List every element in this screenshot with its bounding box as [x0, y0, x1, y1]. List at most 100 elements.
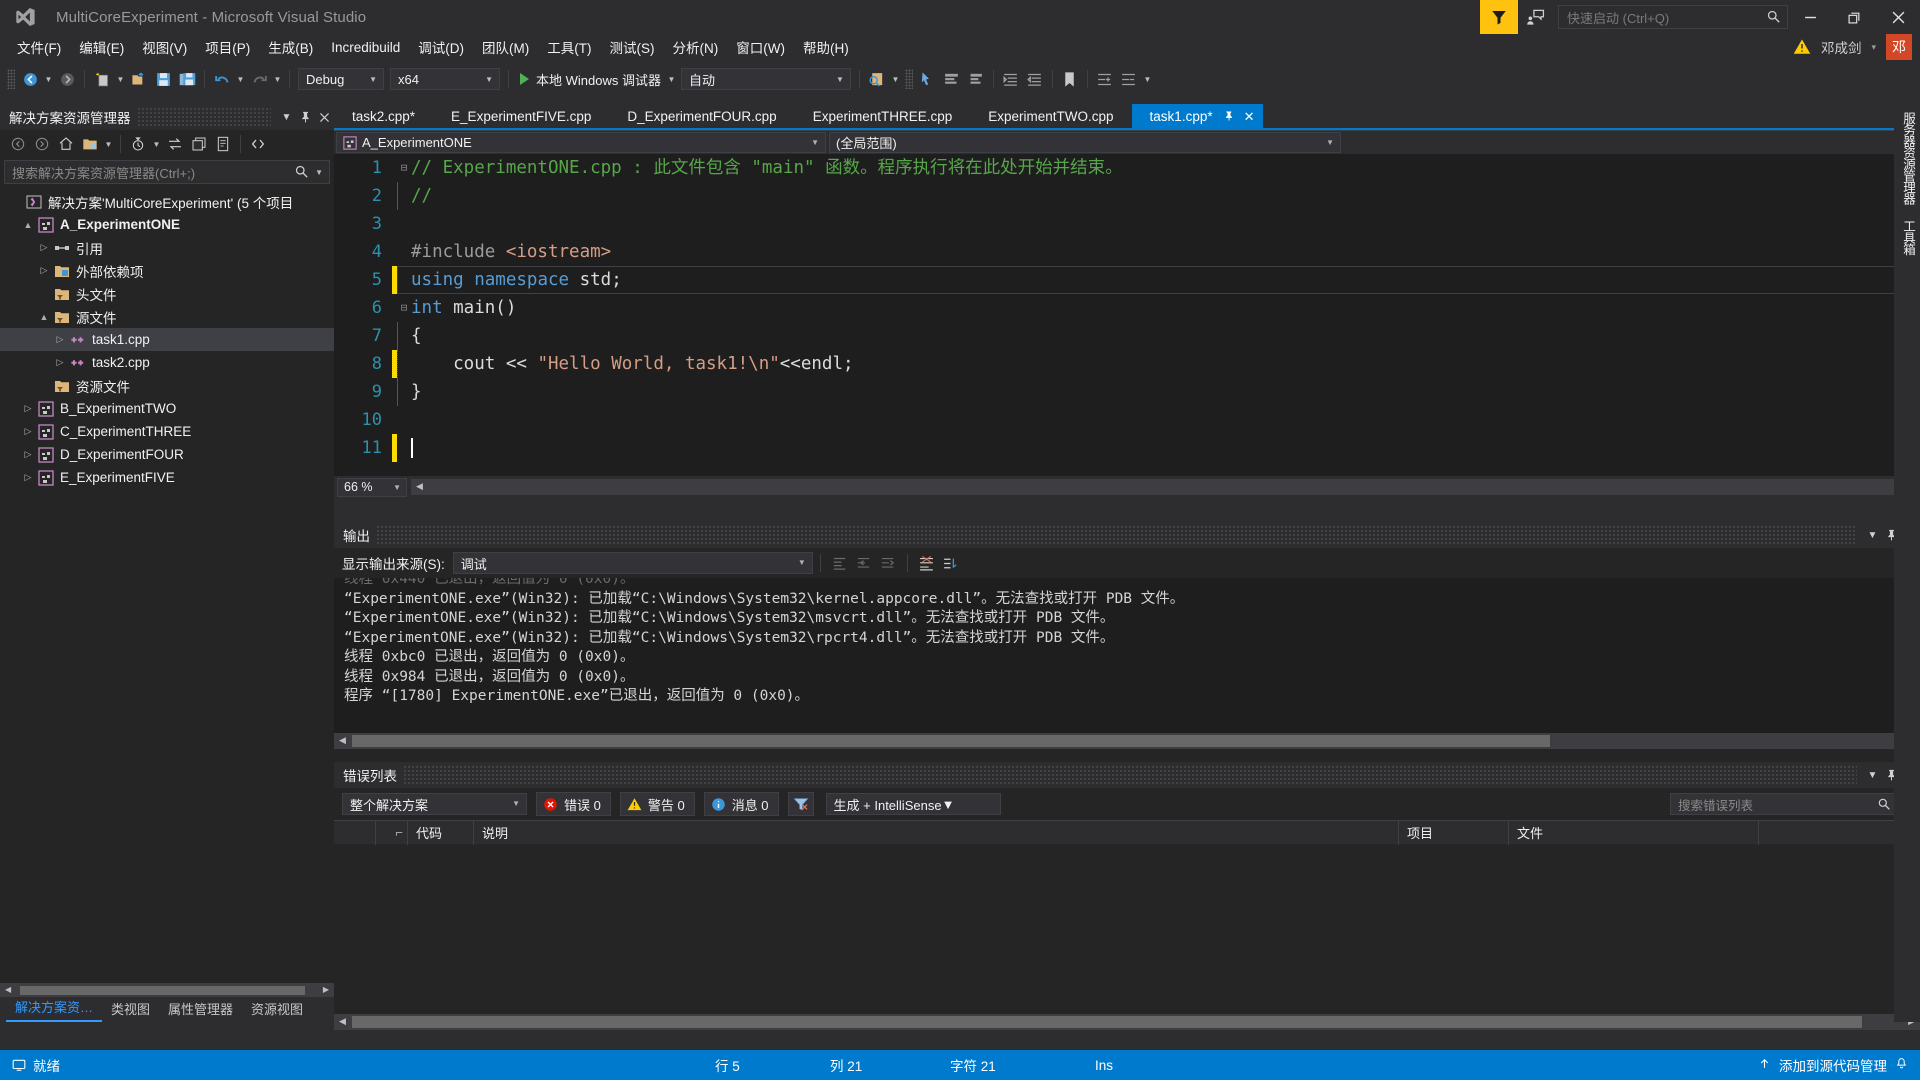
navigate-forward-icon[interactable] [55, 67, 79, 91]
editor-tab-task1[interactable]: task1.cpp* ✕ [1131, 104, 1263, 128]
minimize-button[interactable] [1788, 0, 1832, 34]
editor-hscrollbar[interactable]: ◀ ▶ [411, 479, 1920, 495]
tree-item-project-d[interactable]: ▷ D_ExperimentFOUR [0, 443, 334, 466]
home-icon[interactable] [54, 132, 78, 156]
menu-item-window[interactable]: 窗口(W) [727, 34, 794, 60]
feedback-funnel-icon[interactable] [1480, 0, 1518, 34]
tree-item-project-c[interactable]: ▷ C_ExperimentTHREE [0, 420, 334, 443]
navbar-project-combo[interactable]: A_ExperimentONE ▼ [336, 132, 826, 153]
zoom-level-combo[interactable]: 66 % ▼ [337, 477, 407, 497]
menu-item-team[interactable]: 团队(M) [473, 34, 538, 60]
scroll-right-arrow[interactable]: ▶ [323, 985, 329, 994]
chevron-down-icon[interactable]: ▼ [1863, 524, 1882, 546]
tree-expander[interactable]: ▷ [36, 242, 52, 253]
tree-item-source-files[interactable]: ▲ 源文件 [0, 305, 334, 328]
output-text-area[interactable]: 线程 0x440 已退出，返回值为 0 (0x0)。 “ExperimentON… [334, 578, 1920, 733]
error-list-hscrollbar[interactable]: ◀ ▶ [334, 1014, 1920, 1030]
column-header-sort[interactable]: ⌐ [376, 820, 408, 845]
scrollbar-thumb[interactable] [352, 1016, 1862, 1028]
tab-solution-explorer[interactable]: 解决方案资… [6, 994, 103, 1022]
code-line-7[interactable]: 7 { [334, 322, 1920, 350]
save-icon[interactable] [151, 67, 175, 91]
menu-item-analyze[interactable]: 分析(N) [664, 34, 728, 60]
close-button[interactable] [1876, 0, 1920, 34]
code-line-9[interactable]: 9 } [334, 378, 1920, 406]
column-header-code[interactable]: 代码 [408, 820, 474, 845]
pin-icon[interactable] [296, 106, 315, 128]
editor-tab-experimenttwo[interactable]: ExperimentTWO.cpp [970, 104, 1131, 128]
menu-item-file[interactable]: 文件(F) [8, 34, 70, 60]
toggle-icon[interactable] [939, 551, 963, 575]
editor-tab-task2[interactable]: task2.cpp* [334, 104, 433, 128]
chevron-down-icon[interactable]: ▼ [315, 168, 323, 177]
editor-tab-experimentfive[interactable]: E_ExperimentFIVE.cpp [433, 104, 609, 128]
menu-item-build[interactable]: 生成(B) [259, 34, 322, 60]
send-feedback-icon[interactable] [1518, 0, 1552, 34]
chevron-down-icon[interactable]: ▼ [150, 132, 163, 156]
tree-item-header-files[interactable]: 头文件 [0, 282, 334, 305]
navigate-back-icon[interactable] [18, 67, 42, 91]
menu-item-debug[interactable]: 调试(D) [409, 34, 473, 60]
new-project-dropdown-caret[interactable]: ▼ [114, 67, 127, 91]
scroll-left-arrow[interactable]: ◀ [416, 481, 423, 492]
save-all-icon[interactable] [175, 67, 199, 91]
tree-expander[interactable]: ▷ [52, 334, 68, 345]
pending-changes-icon[interactable] [126, 132, 150, 156]
bookmark-icon[interactable] [1058, 67, 1082, 91]
user-account-name[interactable]: 邓成剑 [1821, 37, 1862, 57]
menu-item-tools[interactable]: 工具(T) [538, 34, 600, 60]
errors-filter-button[interactable]: 错误 0 [536, 792, 611, 816]
word-wrap-icon[interactable] [915, 551, 939, 575]
tree-expander[interactable]: ▷ [52, 357, 68, 368]
tree-item-references[interactable]: ▷ 引用 [0, 236, 334, 259]
build-intellisense-combo[interactable]: 生成 + IntelliSense ▼ [825, 793, 1001, 815]
output-source-combo[interactable]: 调试 ▼ [452, 552, 813, 574]
scrollbar-thumb[interactable] [352, 735, 1550, 747]
menu-item-help[interactable]: 帮助(H) [794, 34, 858, 60]
column-header-file[interactable]: 文件 [1509, 820, 1759, 845]
indent-icon[interactable] [999, 67, 1023, 91]
close-icon[interactable]: ✕ [1244, 110, 1255, 123]
column-header-description[interactable]: 说明 [474, 820, 1399, 845]
menu-item-project[interactable]: 项目(P) [196, 34, 259, 60]
code-line-3[interactable]: 3 [334, 210, 1920, 238]
new-folder-icon[interactable] [78, 132, 102, 156]
toolbar-overflow-caret[interactable]: ▼ [1141, 67, 1154, 91]
tree-item-external-dependencies[interactable]: ▷ 外部依赖项 [0, 259, 334, 282]
solution-explorer-search-input[interactable]: 搜索解决方案资源管理器(Ctrl+;) ▼ [4, 160, 330, 184]
find-dropdown-caret[interactable]: ▼ [889, 67, 902, 91]
fold-toggle[interactable]: ⊟ [397, 154, 411, 182]
warning-triangle-icon[interactable] [1793, 38, 1811, 56]
outdent-icon[interactable] [1023, 67, 1047, 91]
scroll-left-arrow[interactable]: ◀ [5, 985, 11, 994]
pointer-icon[interactable] [916, 67, 940, 91]
chevron-down-icon[interactable]: ▼ [277, 106, 296, 128]
warnings-filter-button[interactable]: 警告 0 [619, 792, 695, 816]
code-line-2[interactable]: 2 // [334, 182, 1920, 210]
tree-expander[interactable]: ▷ [20, 449, 36, 460]
avatar[interactable]: 邓 [1886, 34, 1912, 60]
tree-item-task1-cpp[interactable]: ▷ task1.cpp [0, 328, 334, 351]
go-to-next-icon[interactable] [876, 551, 900, 575]
chevron-down-icon[interactable]: ▼ [1863, 764, 1882, 786]
undo-dropdown-caret[interactable]: ▼ [234, 67, 247, 91]
code-line-4[interactable]: 4 #include <iostream> [334, 238, 1920, 266]
scroll-left-arrow[interactable]: ◀ [339, 735, 346, 746]
tree-expander[interactable]: ▷ [20, 426, 36, 437]
error-list-rows[interactable] [334, 844, 1920, 1014]
fold-toggle[interactable]: ⊟ [397, 294, 411, 322]
close-icon[interactable] [315, 106, 334, 128]
editor-tab-experimentthree[interactable]: ExperimentTHREE.cpp [795, 104, 971, 128]
platform-combo[interactable]: x64 ▼ [390, 68, 500, 90]
scrollbar-thumb[interactable] [20, 986, 305, 995]
redo-icon[interactable] [247, 67, 271, 91]
undo-icon[interactable] [210, 67, 234, 91]
find-in-files-icon[interactable] [865, 67, 889, 91]
solution-explorer-hscrollbar[interactable]: ◀ ▶ [0, 983, 334, 997]
forward-icon[interactable] [30, 132, 54, 156]
start-debugging-dropdown-caret[interactable]: ▼ [665, 67, 678, 91]
properties-icon[interactable] [211, 132, 235, 156]
tab-property-manager[interactable]: 属性管理器 [159, 996, 242, 1022]
code-line-11[interactable]: 11 [334, 434, 1920, 462]
go-to-previous-icon[interactable] [852, 551, 876, 575]
